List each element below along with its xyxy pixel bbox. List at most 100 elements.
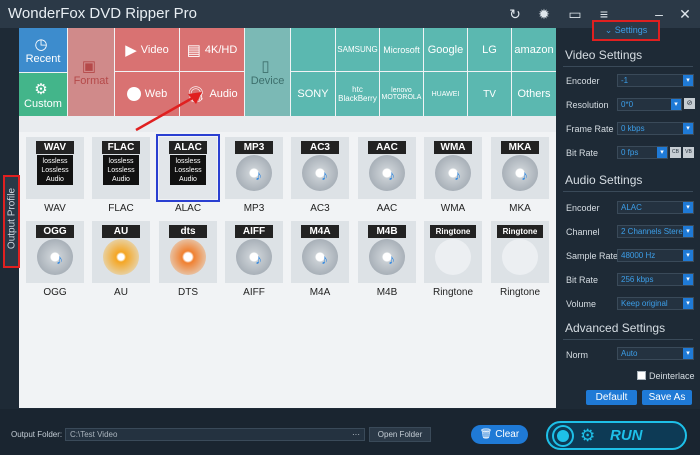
volume-select[interactable]: Keep original ▾	[617, 297, 694, 310]
brand-apple[interactable]	[291, 28, 335, 71]
brand-others[interactable]: Others	[512, 72, 556, 116]
format-badge: Ringtone	[497, 225, 543, 238]
brand-microsoft[interactable]: Microsoft	[380, 28, 423, 71]
brand-google[interactable]: Google	[424, 28, 467, 71]
gear-icon[interactable]: ✹	[535, 5, 553, 23]
video-encoder-select[interactable]: -1 ▾	[617, 74, 694, 87]
chevron-down-icon: ▾	[683, 202, 693, 213]
run-label: RUN	[610, 427, 643, 444]
play-icon: ▶	[125, 41, 137, 59]
close-icon[interactable]: ✕	[676, 5, 694, 23]
category-recent[interactable]: ◷ Recent	[19, 28, 67, 72]
disc-icon	[37, 239, 73, 275]
cbr-toggle[interactable]: CB	[670, 147, 681, 158]
music-note-icon: ♪	[388, 251, 395, 267]
format-ringtone-android[interactable]: Ringtone Ringtone	[489, 221, 551, 298]
default-button[interactable]: Default	[586, 390, 637, 405]
format-badge: MP3	[235, 141, 273, 154]
category-device[interactable]: ▯ Device	[245, 28, 290, 116]
volume-value: Keep original	[621, 299, 668, 308]
link-icon[interactable]: ⊘	[684, 98, 695, 109]
brand-lenovo-motorola[interactable]: lenovo MOTOROLA	[380, 72, 423, 116]
format-badge: OGG	[36, 225, 74, 238]
channel-select[interactable]: 2 Channels Stere ▾	[617, 225, 694, 238]
category-custom[interactable]: ⚙ Custom	[19, 73, 67, 116]
audio-encoder-value: ALAC	[621, 203, 642, 212]
brand-tv[interactable]: TV	[468, 72, 511, 116]
audio-bit-rate-select[interactable]: 256 kbps ▾	[617, 273, 694, 286]
output-folder-input[interactable]: C:\Test Video ···	[65, 428, 365, 441]
format-aiff[interactable]: AIFF ♪ AIFF	[223, 221, 285, 298]
chevron-down-icon: ▾	[683, 75, 693, 86]
format-aac[interactable]: AAC ♪ AAC	[356, 137, 418, 214]
format-icon: FLAC lossless Lossless Audio	[92, 137, 150, 199]
save-as-button[interactable]: Save As	[642, 390, 692, 405]
trash-icon: 🗑︎	[479, 429, 493, 440]
frame-rate-select[interactable]: 0 kbps ▾	[617, 122, 694, 135]
open-folder-button[interactable]: Open Folder	[369, 427, 431, 442]
format-icon: dts	[159, 221, 217, 283]
category-format[interactable]: ▣ Format	[68, 28, 114, 116]
brand-amazon[interactable]: amazon	[512, 28, 556, 71]
chat-icon[interactable]: ▭	[566, 5, 584, 23]
format-label: OGG	[43, 287, 67, 298]
settings-toggle[interactable]: ⌄ Settings	[592, 20, 660, 41]
resolution-value: 0*0	[621, 100, 634, 109]
format-icon: ALAC lossless Lossless Audio	[156, 134, 220, 202]
format-icon: MP3 ♪	[225, 137, 283, 199]
format-icon: M4A ♪	[291, 221, 349, 283]
brand-huawei[interactable]: HUAWEI	[424, 72, 467, 116]
chevron-down-icon: ▾	[657, 147, 667, 158]
disc-icon	[236, 155, 272, 191]
category-custom-label: Custom	[24, 97, 62, 110]
chevron-down-icon: ⌄	[604, 25, 613, 35]
brand-samsung[interactable]: SAMSUNG	[336, 28, 379, 71]
clear-button[interactable]: 🗑︎ Clear	[471, 425, 528, 444]
audio-encoder-select[interactable]: ALAC ▾	[617, 201, 694, 214]
norm-label: Norm	[566, 350, 588, 360]
browse-button[interactable]: ···	[352, 429, 360, 440]
format-m4b[interactable]: M4B ♪ M4B	[356, 221, 418, 298]
format-flac[interactable]: FLAC lossless Lossless Audio FLAC	[90, 137, 152, 214]
format-label: MP3	[243, 203, 265, 214]
norm-select[interactable]: Auto ▾	[617, 347, 694, 360]
refresh-icon[interactable]: ↻	[506, 5, 524, 23]
format-mp3[interactable]: MP3 ♪ MP3	[223, 137, 285, 214]
advanced-settings-title: Advanced Settings	[565, 321, 666, 335]
sample-rate-select[interactable]: 48000 Hz ▾	[617, 249, 694, 262]
format-ogg[interactable]: OGG ♪ OGG	[24, 221, 86, 298]
format-icon: Ringtone	[491, 221, 549, 283]
format-wav[interactable]: WAV lossless Lossless Audio WAV	[24, 137, 86, 214]
vbr-toggle[interactable]: VB	[683, 147, 694, 158]
format-alac[interactable]: ALAC lossless Lossless Audio ALAC	[156, 134, 220, 214]
format-ac3[interactable]: AC3 ♪ AC3	[289, 137, 351, 214]
music-note-icon: ♪	[454, 167, 461, 183]
format-dts[interactable]: dts DTS	[157, 221, 219, 298]
film-icon: ▣	[81, 58, 97, 75]
brand-sony[interactable]: SONY	[291, 72, 335, 116]
bit-rate-label: Bit Rate	[566, 148, 599, 158]
run-button[interactable]: ⚙ RUN	[546, 421, 687, 450]
format-ringtone-iphone[interactable]: Ringtone Ringtone	[422, 221, 484, 298]
format-mka[interactable]: MKA ♪ MKA	[489, 137, 551, 214]
format-wma[interactable]: WMA ♪ WMA	[422, 137, 484, 214]
format-label: Ringtone	[432, 287, 474, 298]
music-note-icon: ♪	[388, 167, 395, 183]
format-m4a[interactable]: M4A ♪ M4A	[289, 221, 351, 298]
format-badge: AC3	[301, 141, 339, 154]
category-video[interactable]: ▶ Video	[115, 28, 179, 71]
format-icon: MKA ♪	[491, 137, 549, 199]
format-icon: AC3 ♪	[291, 137, 349, 199]
format-au[interactable]: AU AU	[90, 221, 152, 298]
resolution-select[interactable]: 0*0 ▾	[617, 98, 682, 111]
sample-rate-label: Sample Rate	[566, 251, 619, 261]
video-bit-rate-select[interactable]: 0 fps ▾	[617, 146, 668, 159]
category-format-label: Format	[73, 75, 109, 87]
category-4k-hd[interactable]: ▤ 4K/HD	[180, 28, 244, 71]
chevron-down-icon: ▾	[671, 99, 681, 110]
brand-htc-blackberry[interactable]: htc BlackBerry	[336, 72, 379, 116]
output-profile-tab[interactable]: Output Profile	[3, 175, 20, 268]
brand-lg[interactable]: LG	[468, 28, 511, 71]
deinterlace-checkbox[interactable]	[637, 371, 646, 380]
format-label: AIFF	[243, 287, 265, 298]
